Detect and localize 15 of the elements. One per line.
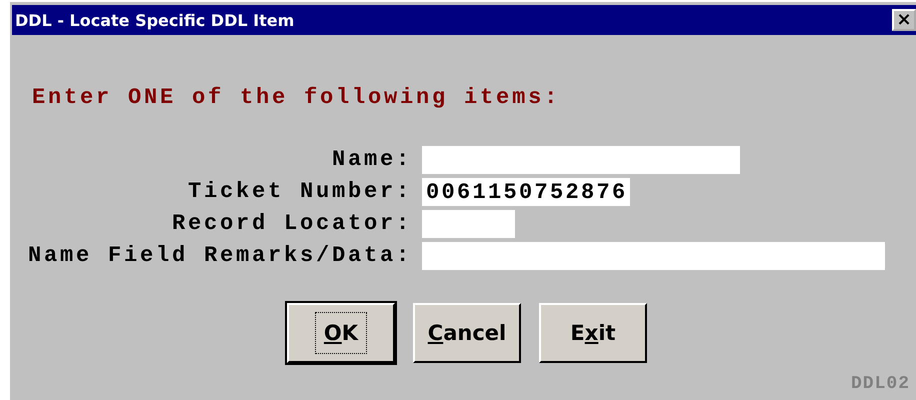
- field-label: Name:: [330, 146, 413, 174]
- close-button[interactable]: ×: [892, 9, 916, 31]
- field-label: Ticket Number:: [186, 178, 413, 206]
- input-field[interactable]: [422, 242, 885, 270]
- dialog-button[interactable]: OK: [287, 303, 395, 363]
- window-title: DDL - Locate Specific DDL Item: [14, 10, 294, 30]
- input-field[interactable]: [422, 210, 515, 238]
- input-field[interactable]: 0061150752876: [422, 178, 630, 206]
- dialog-button[interactable]: Exit: [539, 303, 647, 363]
- field-label: Name Field Remarks/Data:: [26, 242, 413, 270]
- dialog-button[interactable]: Cancel: [413, 303, 521, 363]
- screen-id: DDL02: [850, 374, 910, 394]
- instruction-text: Enter ONE of the following items:: [32, 84, 562, 112]
- field-label: Record Locator:: [170, 210, 413, 238]
- input-field[interactable]: [422, 146, 740, 174]
